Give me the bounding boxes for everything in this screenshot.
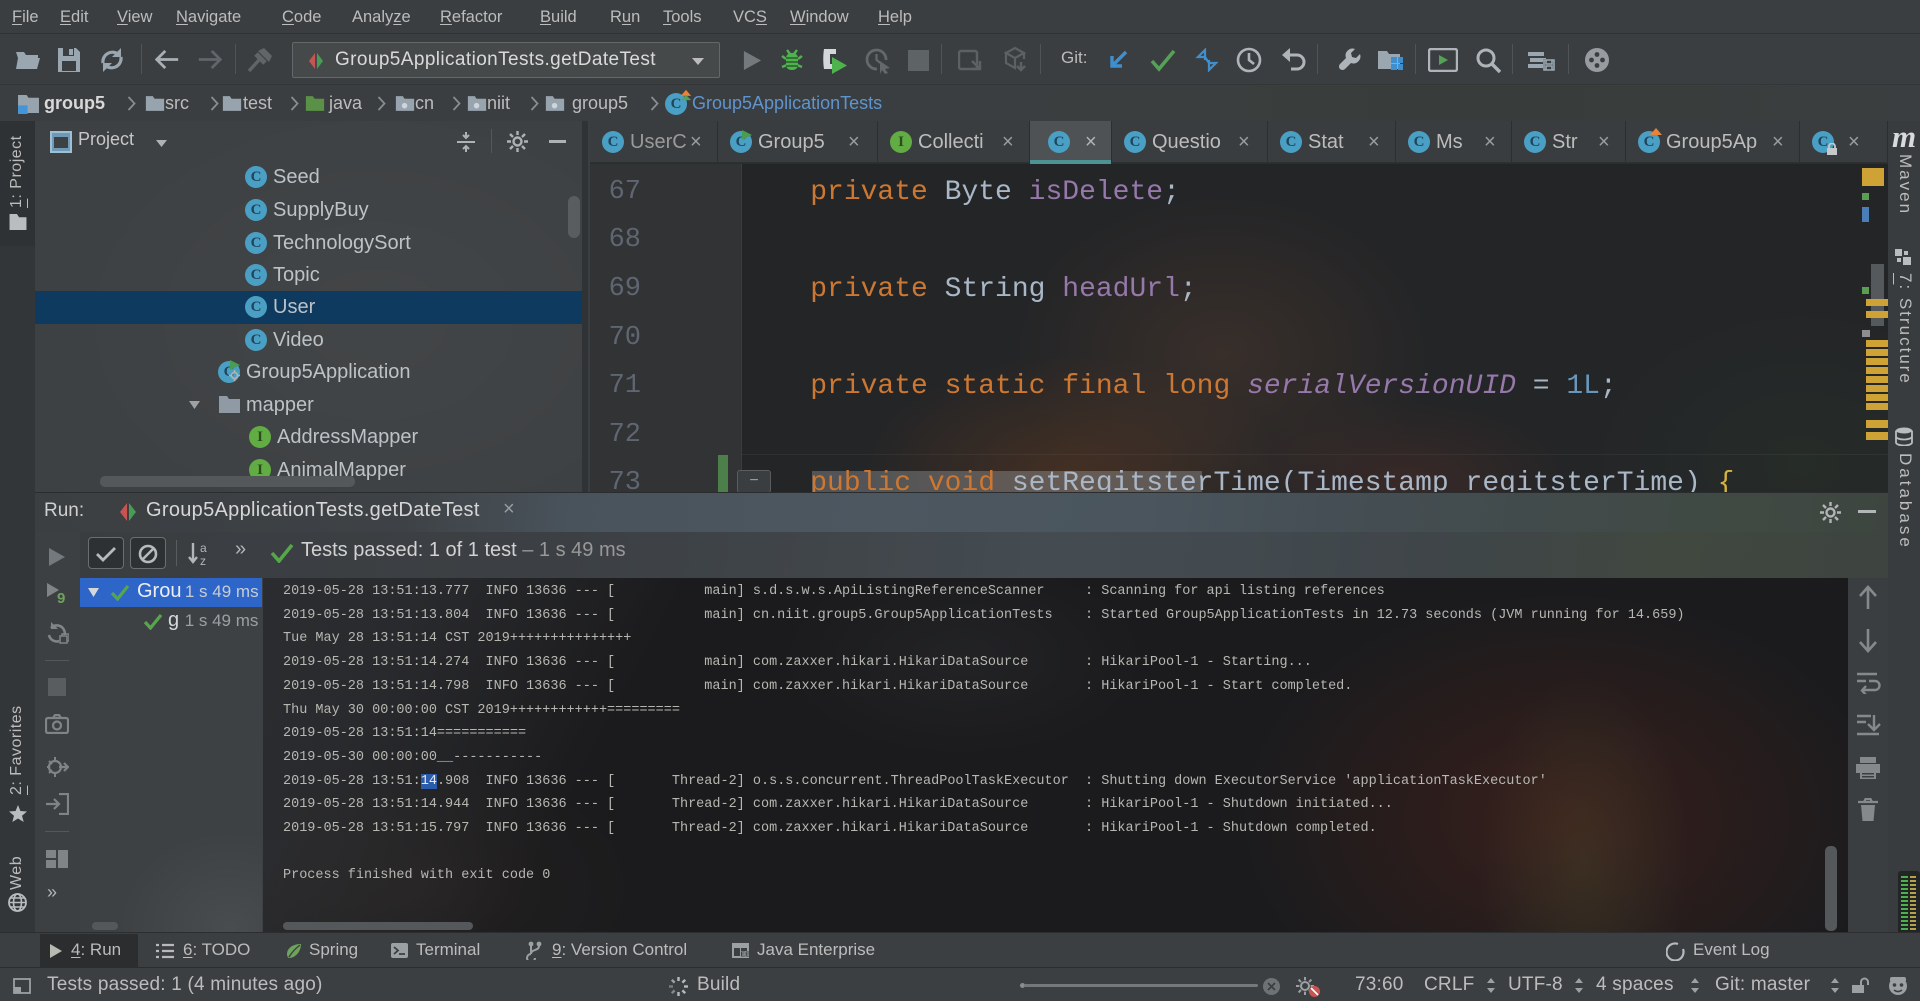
svg-text:9: 9	[57, 590, 65, 605]
svg-text:z: z	[200, 554, 206, 567]
svg-text:a: a	[200, 541, 207, 555]
svg-text:EE: EE	[741, 952, 751, 959]
